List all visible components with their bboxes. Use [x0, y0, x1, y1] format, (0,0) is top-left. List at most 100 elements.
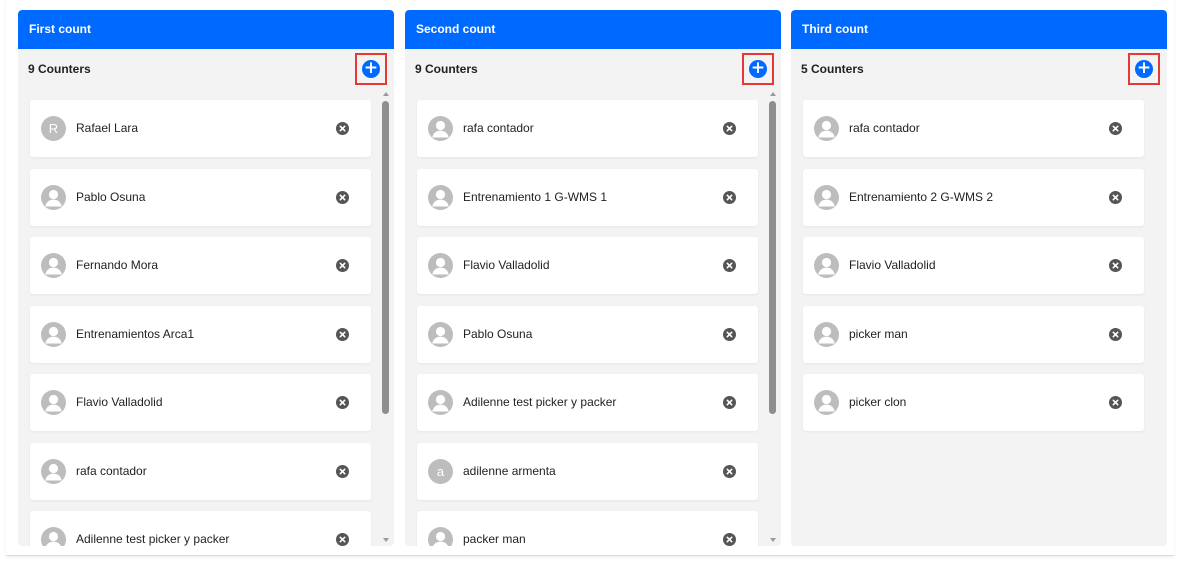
scroll-up-arrow-icon[interactable]	[383, 92, 389, 96]
remove-counter-icon[interactable]	[336, 327, 349, 341]
avatar-initial: R	[48, 121, 59, 136]
counter-card: rafa contador	[30, 442, 371, 500]
counter-card: picker clon	[803, 374, 1144, 431]
counter-name: rafa contador	[463, 121, 534, 135]
counter-card: Flavio Valladolid	[30, 374, 371, 431]
counter-name: Pablo Osuna	[463, 326, 533, 341]
person-icon	[41, 253, 66, 278]
counter-name: Entrenamientos Arca1	[76, 326, 195, 341]
counts-board: First count 9 Counters + R Rafael Lara Pablo …	[6, 0, 1174, 556]
counter-name: Pablo Osuna	[76, 189, 146, 204]
counter-card: rafa contador	[803, 100, 1144, 157]
counter-name: packer man	[463, 532, 526, 546]
avatar: R	[41, 116, 66, 141]
avatar	[814, 184, 839, 210]
avatar	[428, 321, 453, 347]
avatar: a	[428, 458, 453, 484]
counter-card: Pablo Osuna	[417, 305, 758, 363]
vertical-scrollbar[interactable]	[765, 89, 781, 546]
remove-counter-icon[interactable]	[1109, 396, 1122, 409]
person-icon	[428, 116, 453, 141]
counter-card: a adilenne armenta	[417, 442, 758, 500]
remove-counter-icon[interactable]	[336, 396, 349, 409]
person-icon	[41, 459, 66, 484]
count-column: First count 9 Counters + R Rafael Lara Pablo …	[18, 10, 394, 546]
scroll-up-arrow-icon[interactable]	[770, 92, 776, 96]
add-counter-button[interactable]: +	[355, 53, 387, 85]
avatar	[41, 253, 66, 278]
remove-counter-icon[interactable]	[336, 259, 349, 272]
remove-counter-icon[interactable]	[1109, 122, 1122, 135]
remove-counter-icon[interactable]	[723, 259, 736, 272]
counter-card: R Rafael Lara	[30, 100, 371, 157]
avatar	[41, 527, 66, 546]
plus-circle-icon: +	[362, 58, 380, 78]
avatar	[41, 321, 66, 347]
person-icon	[41, 390, 66, 415]
counters-subheader: 9 Counters +	[405, 49, 781, 89]
person-icon	[428, 322, 453, 347]
remove-counter-icon[interactable]	[723, 190, 736, 204]
counter-card: Entrenamientos Arca1	[30, 305, 371, 363]
remove-counter-icon[interactable]	[1109, 327, 1122, 341]
person-icon	[814, 185, 839, 210]
remove-counter-icon[interactable]	[336, 464, 349, 478]
avatar	[428, 527, 453, 546]
counter-card: Flavio Valladolid	[803, 237, 1144, 294]
remove-counter-icon[interactable]	[336, 122, 349, 135]
count-column: Second count 9 Counters + rafa contador Entr…	[405, 10, 781, 546]
remove-counter-icon[interactable]	[723, 327, 736, 341]
scroll-thumb[interactable]	[382, 101, 389, 414]
counter-card: Adilenne test picker y packer	[30, 511, 371, 546]
scroll-thumb[interactable]	[769, 101, 776, 414]
counter-card: packer man	[417, 511, 758, 546]
remove-counter-icon[interactable]	[1109, 259, 1122, 272]
counter-name: Fernando Mora	[76, 258, 159, 272]
avatar	[428, 253, 453, 278]
avatar	[428, 390, 453, 415]
counter-name: picker clon	[849, 395, 907, 409]
person-icon	[41, 322, 66, 347]
scroll-down-arrow-icon[interactable]	[383, 538, 389, 542]
counter-name: Adilenne test picker y packer	[463, 395, 617, 409]
counter-name: Flavio Valladolid	[76, 395, 163, 409]
counter-name: adilenne armenta	[463, 463, 556, 478]
person-icon	[814, 390, 839, 415]
remove-counter-icon[interactable]	[723, 396, 736, 409]
avatar	[428, 116, 453, 141]
add-counter-button[interactable]: +	[1128, 53, 1160, 85]
counter-name: rafa contador	[76, 463, 147, 478]
avatar	[814, 116, 839, 141]
add-counter-button[interactable]: +	[742, 53, 774, 85]
counter-name: Entrenamiento 1 G-WMS 1	[463, 189, 608, 204]
avatar	[814, 390, 839, 415]
remove-counter-icon[interactable]	[723, 533, 736, 546]
remove-counter-icon[interactable]	[336, 533, 349, 546]
person-icon	[814, 116, 839, 141]
avatar	[814, 253, 839, 278]
remove-counter-icon[interactable]	[723, 464, 736, 478]
counter-name: Entrenamiento 2 G-WMS 2	[849, 189, 994, 204]
avatar	[41, 390, 66, 415]
avatar	[41, 184, 66, 210]
column-title: Third count	[791, 10, 1167, 49]
counter-card: Pablo Osuna	[30, 168, 371, 226]
counters-count-label: 9 Counters	[28, 62, 91, 76]
person-icon	[428, 527, 453, 546]
counter-name: Adilenne test picker y packer	[76, 532, 230, 546]
plus-circle-icon: +	[749, 58, 767, 78]
counter-name: Flavio Valladolid	[463, 258, 550, 272]
counters-count-label: 9 Counters	[415, 62, 478, 76]
plus-circle-icon: +	[1135, 58, 1153, 78]
remove-counter-icon[interactable]	[723, 122, 736, 135]
counters-count-label: 5 Counters	[801, 62, 864, 76]
avatar	[814, 321, 839, 347]
remove-counter-icon[interactable]	[1109, 190, 1122, 204]
counter-list: rafa contador Entrenamiento 1 G-WMS 1 Flav…	[405, 89, 781, 546]
counter-list: rafa contador Entrenamiento 2 G-WMS 2 Flav…	[791, 89, 1167, 546]
person-icon	[428, 390, 453, 415]
column-title: Second count	[405, 10, 781, 49]
scroll-down-arrow-icon[interactable]	[770, 538, 776, 542]
vertical-scrollbar[interactable]	[378, 89, 394, 546]
remove-counter-icon[interactable]	[336, 190, 349, 204]
